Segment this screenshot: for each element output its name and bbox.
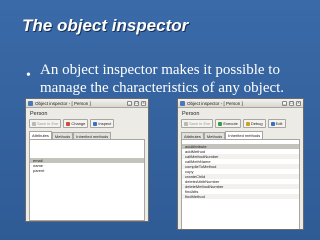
execute-button[interactable]: Execute [215,119,241,128]
slide-title: The object inspector [22,16,189,35]
close-icon[interactable]: × [296,100,301,106]
methods-panel: addAttribute addMethod callMethodNumber … [181,139,300,229]
tab-attributes[interactable]: Attributes [181,132,204,139]
save-in-exe-button[interactable]: Save in Exe [29,119,62,128]
app-icon [180,100,185,106]
app-icon [28,100,33,106]
minimize-icon[interactable]: _ [127,100,132,106]
change-button[interactable]: Change [63,119,89,128]
tab-bar: Attributes Methods Inherited methods [178,131,303,139]
edit-button[interactable]: Edit [267,119,286,128]
tab-methods[interactable]: Methods [51,132,74,139]
save-icon [184,121,188,126]
tab-attributes[interactable]: Attributes [29,131,52,139]
change-icon [66,121,71,126]
window-titlebar[interactable]: Object inspector - [ Person ] _ □ × [178,99,303,108]
attributes-panel: email name parent [29,139,145,221]
object-name: Person [30,111,48,117]
maximize-icon[interactable]: □ [134,100,139,106]
tab-inherited-methods[interactable]: Inherited methods [73,132,112,139]
inspector-window-inherited-methods: Object inspector - [ Person ] _ □ × Pers… [177,98,304,230]
debug-icon [245,121,250,126]
window-title: Object inspector - [ Person ] [187,100,243,106]
inspect-icon [93,121,98,126]
inspect-button[interactable]: Inspect [90,119,115,128]
toolbar: Save in Exe Execute Debug Edit [178,118,303,129]
edit-icon [270,121,275,126]
list-item[interactable]: parent [30,168,144,173]
debug-button[interactable]: Debug [242,119,266,128]
close-icon[interactable]: × [141,100,146,106]
bullet-text: An object inspector makes it possible to… [40,62,285,96]
execute-icon [218,121,223,126]
inspector-window-attributes: Object inspector - [ Person ] _ □ × Pers… [25,98,149,222]
tab-inherited-methods[interactable]: Inherited methods [225,131,264,139]
save-icon [32,121,36,126]
window-title: Object inspector - [ Person ] [35,100,91,106]
window-titlebar[interactable]: Object inspector - [ Person ] _ □ × [26,99,148,108]
list-item[interactable]: findMethod [182,194,299,199]
tab-bar: Attributes Methods Inherited methods [26,131,148,139]
maximize-icon[interactable]: □ [289,100,294,106]
object-name: Person [182,111,200,117]
save-in-exe-button[interactable]: Save in Exe [181,119,214,128]
bullet-marker: • [26,68,31,83]
minimize-icon[interactable]: _ [282,100,287,106]
toolbar: Save in Exe Change Inspect [26,118,148,129]
tab-methods[interactable]: Methods [203,132,226,139]
